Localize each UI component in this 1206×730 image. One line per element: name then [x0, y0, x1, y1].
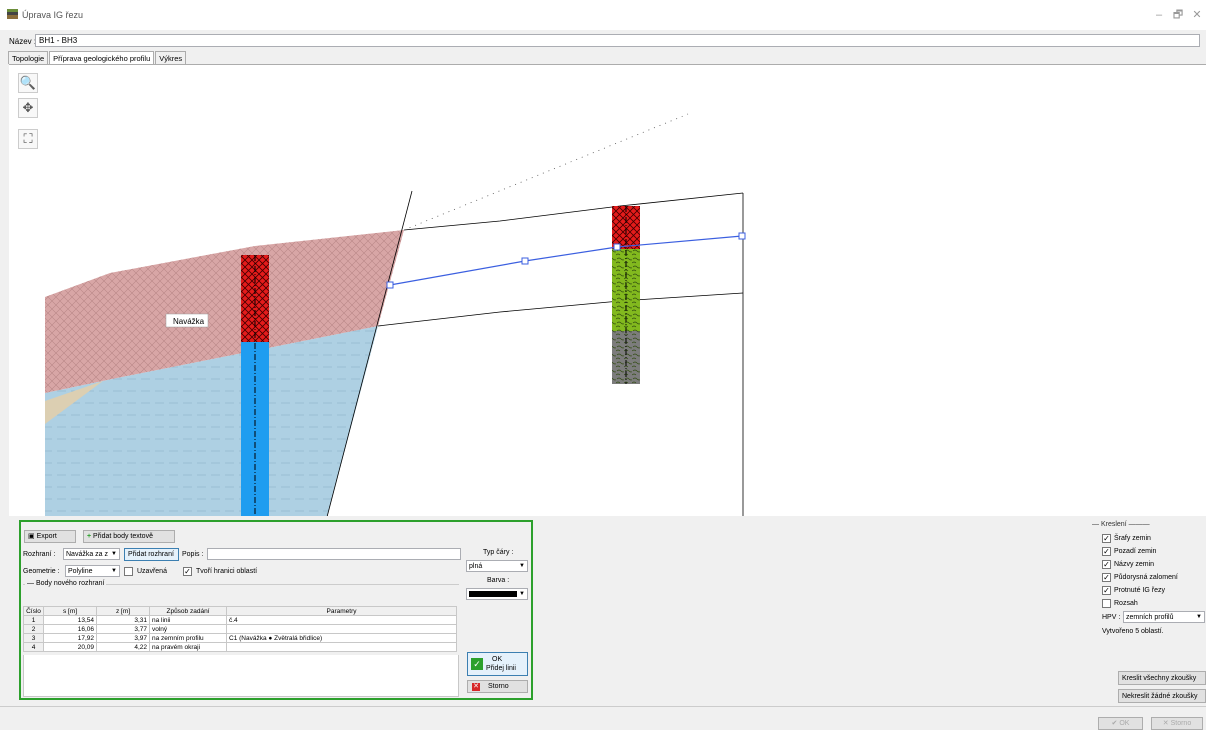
section-line-bottom: [377, 292, 744, 327]
draw-all-tests-button[interactable]: Kreslit všechny zkoušky: [1118, 671, 1206, 685]
soil-names-checkbox[interactable]: ✓: [1102, 560, 1111, 569]
background-label: Pozadí zemin: [1114, 548, 1157, 555]
hatch-label: Šrafy zemin: [1114, 535, 1151, 542]
tab-drawing[interactable]: Výkres: [155, 51, 187, 64]
ok-button[interactable]: ✔ OK: [1098, 717, 1143, 730]
extent-checkbox[interactable]: [1102, 599, 1111, 608]
description-input[interactable]: [207, 548, 461, 560]
drawing-options-panel: — Kreslení ——— ✓ Šrafy zemin ✓ Pozadí ze…: [1090, 517, 1206, 707]
chevron-down-icon: ▼: [519, 591, 525, 597]
chevron-down-icon: ▼: [111, 551, 117, 557]
fit-icon: ⛶: [23, 131, 33, 146]
table-row[interactable]: 1 13,54 3,31 na linii č.4: [23, 615, 457, 625]
table-row[interactable]: 3 17,92 3,97 na zemním profilu C1 (Navážka ●…: [23, 633, 457, 643]
plan-breaks-checkbox[interactable]: ✓: [1102, 573, 1111, 582]
close-icon: ✕: [472, 683, 480, 691]
zoom-tool-button[interactable]: 🔍: [18, 73, 38, 93]
hatch-checkbox[interactable]: ✓: [1102, 534, 1111, 543]
pan-tool-button[interactable]: ✥: [18, 98, 38, 118]
col-s[interactable]: s [m]: [43, 606, 97, 616]
new-interface-line[interactable]: [389, 235, 743, 286]
interface-point-2[interactable]: [521, 257, 529, 265]
color-select[interactable]: ▼: [466, 588, 528, 600]
hpv-select[interactable]: zemních profilů ▼: [1123, 611, 1205, 623]
ok-add-line-button[interactable]: ✓ OK Přidej linii: [467, 652, 528, 676]
crossed-sections-label: Protnuté IG řezy: [1114, 587, 1165, 594]
soil-label: Navážka: [173, 317, 205, 326]
save-icon: ▣: [28, 533, 37, 540]
footer-bar: ✔ OK ✕ Storno: [0, 706, 1206, 730]
chevron-down-icon: ▼: [519, 563, 525, 569]
fit-view-button[interactable]: ⛶: [18, 129, 38, 149]
plan-breaks-label: Půdorysná zalomení: [1114, 574, 1178, 581]
table-row[interactable]: 4 20,09 4,22 na pravém okraji: [23, 642, 457, 652]
color-swatch: [469, 591, 517, 597]
boundary-checkbox[interactable]: ✓: [183, 567, 192, 576]
interface-panel: ▣ Export + Přidat body textově Rozhraní …: [19, 520, 533, 700]
extent-label: Rozsah: [1114, 600, 1138, 607]
description-label: Popis :: [182, 551, 204, 558]
cancel-button[interactable]: ✕ Storno: [467, 680, 528, 693]
geometry-label: Geometrie :: [23, 568, 60, 575]
chevron-down-icon: ▼: [111, 568, 117, 574]
col-method[interactable]: Způsob zadání: [149, 606, 227, 616]
section-line-top: [403, 192, 744, 231]
created-status: Vytvořeno 5 oblastí.: [1102, 628, 1164, 635]
drawing-group-label: — Kreslení ———: [1092, 521, 1150, 528]
section-drawing: Navážka: [45, 113, 746, 516]
color-label: Barva :: [487, 577, 510, 584]
dotted-line: [403, 113, 689, 231]
crossed-sections-checkbox[interactable]: ✓: [1102, 586, 1111, 595]
line-type-select[interactable]: plná ▼: [466, 560, 528, 572]
close-button[interactable]: ✕: [1190, 8, 1204, 22]
window-title: Úprava IG řezu: [22, 10, 84, 20]
geometry-select[interactable]: Polyline ▼: [65, 565, 120, 577]
col-parameters[interactable]: Parametry: [226, 606, 457, 616]
drawing-canvas[interactable]: Navážka 🔍 ✥ ⛶: [9, 64, 1206, 516]
check-icon: ✓: [471, 658, 483, 670]
hpv-label: HPV :: [1102, 614, 1121, 621]
points-table[interactable]: Číslo s [m] z [m] Způsob zadání Parametr…: [23, 606, 457, 652]
add-interface-button[interactable]: Přidat rozhraní: [124, 548, 179, 561]
table-row[interactable]: 2 16,06 3,77 volný: [23, 624, 457, 634]
export-button[interactable]: ▣ Export: [24, 530, 76, 543]
name-input[interactable]: [35, 34, 1200, 47]
title-bar: Úprava IG řezu – 🗗 ✕: [0, 0, 1206, 30]
background-checkbox[interactable]: ✓: [1102, 547, 1111, 556]
interface-point-3[interactable]: [613, 243, 621, 251]
draw-no-tests-button[interactable]: Nekreslit žádné zkoušky: [1118, 689, 1206, 703]
closed-checkbox[interactable]: [124, 567, 133, 576]
minimize-button[interactable]: –: [1152, 8, 1166, 22]
points-group-label: — Body nového rozhraní: [25, 580, 107, 587]
interface-point-1[interactable]: [386, 281, 394, 289]
interface-select[interactable]: Navážka za z ▼: [63, 548, 120, 560]
interface-label: Rozhraní :: [23, 551, 56, 558]
maximize-button[interactable]: 🗗: [1171, 8, 1185, 22]
table-empty-area: [23, 655, 459, 697]
tab-bar: Topologie Příprava geologického profilu …: [8, 51, 187, 65]
boundary-label: Tvoří hranici oblastí: [196, 568, 258, 575]
col-z[interactable]: z [m]: [96, 606, 150, 616]
app-icon: [7, 9, 18, 19]
add-text-points-button[interactable]: + Přidat body textově: [83, 530, 175, 543]
zoom-icon: 🔍: [19, 75, 37, 90]
chevron-down-icon: ▼: [1196, 614, 1202, 620]
storno-button[interactable]: ✕ Storno: [1151, 717, 1203, 730]
tab-geological-profile[interactable]: Příprava geologického profilu: [49, 51, 155, 65]
tab-topology[interactable]: Topologie: [8, 51, 49, 64]
soil-names-label: Názvy zemin: [1114, 561, 1155, 568]
closed-label: Uzavřená: [137, 568, 167, 575]
col-number[interactable]: Číslo: [23, 606, 44, 616]
interface-point-4[interactable]: [738, 232, 746, 240]
move-icon: ✥: [22, 100, 34, 115]
name-label: Název :: [9, 37, 37, 46]
line-type-label: Typ čáry :: [483, 549, 514, 556]
